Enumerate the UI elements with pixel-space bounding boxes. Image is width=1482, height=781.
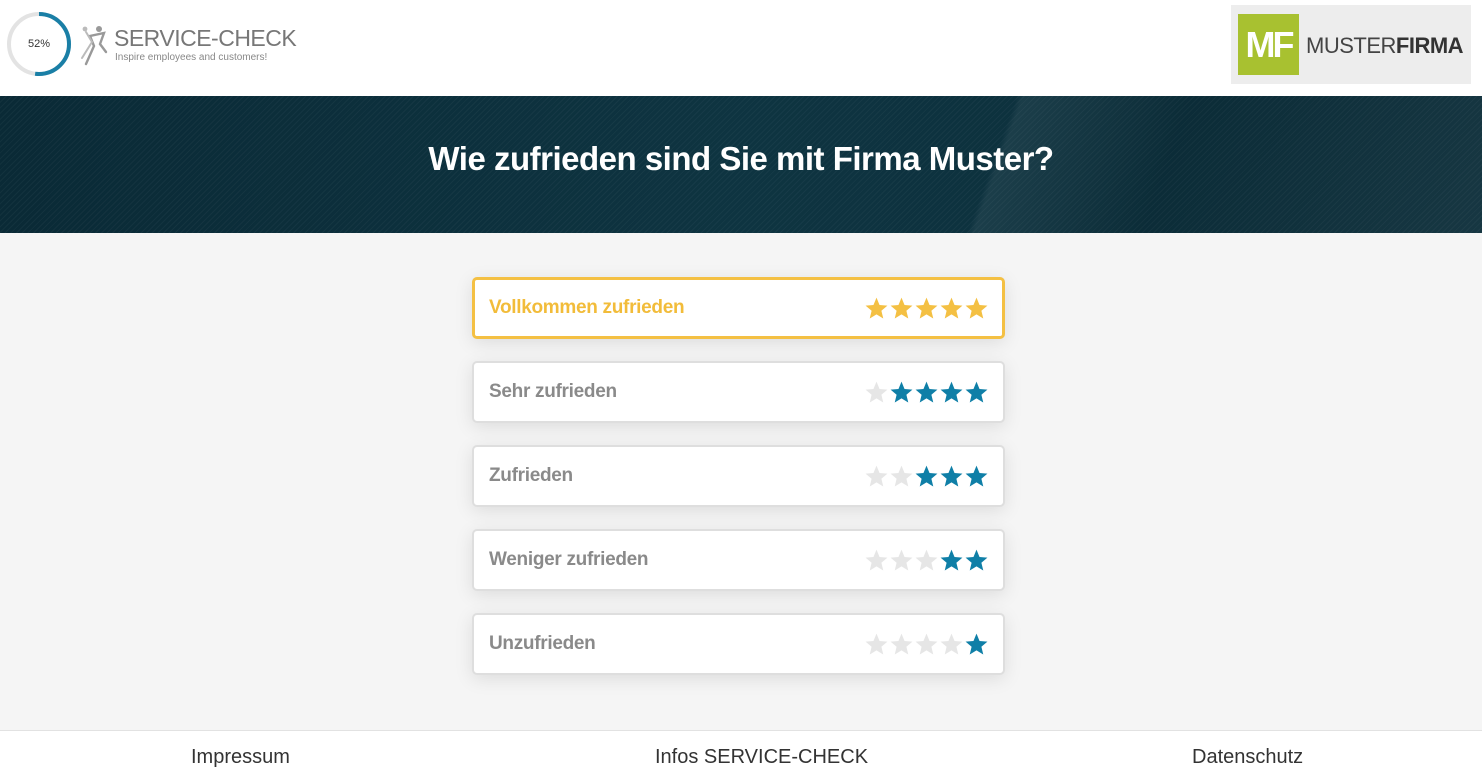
star-icon	[865, 297, 888, 319]
rating-option-2[interactable]: Sehr zufrieden	[472, 361, 1005, 423]
rating-option-1[interactable]: Vollkommen zufrieden	[472, 277, 1005, 339]
star-icon	[890, 297, 913, 319]
rating-option-label: Vollkommen zufrieden	[489, 297, 685, 318]
star-icon	[965, 465, 988, 487]
star-icon	[965, 297, 988, 319]
client-logo-name: MUSTERFIRMA	[1306, 33, 1464, 58]
star-icon	[965, 549, 988, 571]
client-logo: MF MUSTERFIRMA	[1231, 5, 1471, 84]
rating-option-label: Zufrieden	[489, 465, 573, 486]
star-icon	[915, 381, 938, 403]
star-icon	[890, 465, 913, 487]
star-icon	[890, 633, 913, 655]
star-icon	[940, 465, 963, 487]
star-icon	[865, 381, 888, 403]
star-icon	[940, 297, 963, 319]
star-rating	[864, 464, 989, 490]
progress-ring: 52%	[6, 11, 72, 77]
footer-link-impressum[interactable]: Impressum	[191, 746, 290, 769]
progress-percent: 52%	[27, 38, 51, 50]
star-rating	[864, 548, 989, 574]
question-banner: Wie zufrieden sind Sie mit Firma Muster?	[0, 96, 1482, 233]
star-icon	[940, 381, 963, 403]
star-icon	[940, 549, 963, 571]
rating-option-label: Sehr zufrieden	[489, 381, 617, 402]
rating-option-5[interactable]: Unzufrieden	[472, 613, 1005, 675]
star-icon	[915, 297, 938, 319]
header: 52% SERVICE-CHECK Inspire employees and …	[0, 0, 1482, 96]
brand-tagline: Inspire employees and customers!	[115, 52, 268, 63]
star-icon	[965, 633, 988, 655]
service-check-logo[interactable]: SERVICE-CHECK Inspire employees and cust…	[78, 22, 308, 68]
star-icon	[865, 633, 888, 655]
star-rating	[864, 380, 989, 406]
question-title: Wie zufrieden sind Sie mit Firma Muster?	[428, 140, 1054, 177]
footer-link-datenschutz[interactable]: Datenschutz	[1192, 746, 1303, 769]
rating-option-4[interactable]: Weniger zufrieden	[472, 529, 1005, 591]
star-icon	[915, 549, 938, 571]
star-icon	[890, 381, 913, 403]
footer-link-infos[interactable]: Infos SERVICE-CHECK	[655, 746, 868, 769]
star-icon	[940, 633, 963, 655]
star-icon	[865, 465, 888, 487]
rating-option-label: Unzufrieden	[489, 633, 596, 654]
star-icon	[915, 633, 938, 655]
rating-option-3[interactable]: Zufrieden	[472, 445, 1005, 507]
client-logo-badge: MF	[1238, 14, 1299, 75]
brand-title: SERVICE-CHECK	[114, 25, 297, 51]
star-icon	[915, 465, 938, 487]
rating-option-label: Weniger zufrieden	[489, 549, 649, 570]
star-icon	[965, 381, 988, 403]
star-rating	[864, 296, 989, 322]
people-figure-icon	[81, 26, 108, 66]
star-icon	[890, 549, 913, 571]
star-rating	[864, 632, 989, 658]
star-icon	[865, 549, 888, 571]
footer: Impressum Infos SERVICE-CHECK Datenschut…	[0, 730, 1482, 781]
